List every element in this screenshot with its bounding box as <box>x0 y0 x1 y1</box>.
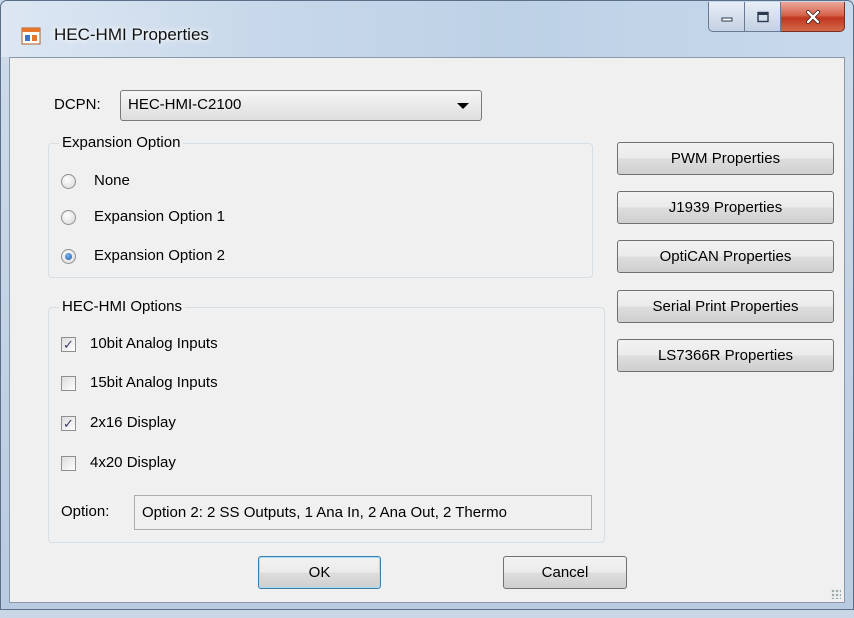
option-description-value: Option 2: 2 SS Outputs, 1 Ana In, 2 Ana … <box>142 504 507 521</box>
dcpn-selected-value: HEC-HMI-C2100 <box>128 96 242 113</box>
checkbox-15bit-analog-inputs-label[interactable]: 15bit Analog Inputs <box>90 374 218 391</box>
title-bar[interactable]: HEC-HMI Properties <box>1 1 853 57</box>
radio-expansion-option-2[interactable] <box>61 249 76 264</box>
radio-none-label[interactable]: None <box>94 172 130 189</box>
minimize-icon <box>721 17 732 21</box>
option-label: Option: <box>61 503 110 520</box>
checkbox-15bit-analog-inputs[interactable] <box>61 376 76 391</box>
pwm-properties-button[interactable]: PWM Properties <box>617 142 834 175</box>
maximize-icon <box>756 11 769 22</box>
maximize-button[interactable] <box>745 2 781 32</box>
hmi-options-title: HEC-HMI Options <box>59 298 186 315</box>
dialog-window: HEC-HMI Properties DCPN: HEC-HMI-C2100 E… <box>0 0 854 610</box>
optican-properties-button[interactable]: OptiCAN Properties <box>617 240 834 273</box>
dcpn-label: DCPN: <box>54 96 101 113</box>
ok-button[interactable]: OK <box>258 556 381 589</box>
checkbox-4x20-display-label[interactable]: 4x20 Display <box>90 454 176 471</box>
close-button[interactable] <box>781 2 845 32</box>
dcpn-dropdown[interactable]: HEC-HMI-C2100 <box>120 90 482 121</box>
dialog-client-area: DCPN: HEC-HMI-C2100 Expansion Option Non… <box>9 57 845 603</box>
option-description-field[interactable]: Option 2: 2 SS Outputs, 1 Ana In, 2 Ana … <box>134 495 592 530</box>
expansion-option-title: Expansion Option <box>59 134 184 151</box>
cancel-button[interactable]: Cancel <box>503 556 627 589</box>
radio-expansion-option-1[interactable] <box>61 210 76 225</box>
checkbox-4x20-display[interactable] <box>61 456 76 471</box>
radio-expansion-option-1-label[interactable]: Expansion Option 1 <box>94 208 225 225</box>
chevron-down-icon <box>457 103 469 109</box>
window-title: HEC-HMI Properties <box>54 25 209 44</box>
minimize-button[interactable] <box>708 2 745 32</box>
checkbox-10bit-analog-inputs-label[interactable]: 10bit Analog Inputs <box>90 335 218 352</box>
serial-print-properties-button[interactable]: Serial Print Properties <box>617 290 834 323</box>
resize-grip-icon[interactable] <box>831 589 841 599</box>
j1939-properties-button[interactable]: J1939 Properties <box>617 191 834 224</box>
checkbox-2x16-display-label[interactable]: 2x16 Display <box>90 414 176 431</box>
radio-none[interactable] <box>61 174 76 189</box>
ls7366r-properties-button[interactable]: LS7366R Properties <box>617 339 834 372</box>
radio-expansion-option-2-label[interactable]: Expansion Option 2 <box>94 247 225 264</box>
app-window-icon <box>21 27 41 45</box>
checkbox-10bit-analog-inputs[interactable]: ✓ <box>61 337 76 352</box>
checkbox-2x16-display[interactable]: ✓ <box>61 416 76 431</box>
close-icon <box>805 9 820 24</box>
